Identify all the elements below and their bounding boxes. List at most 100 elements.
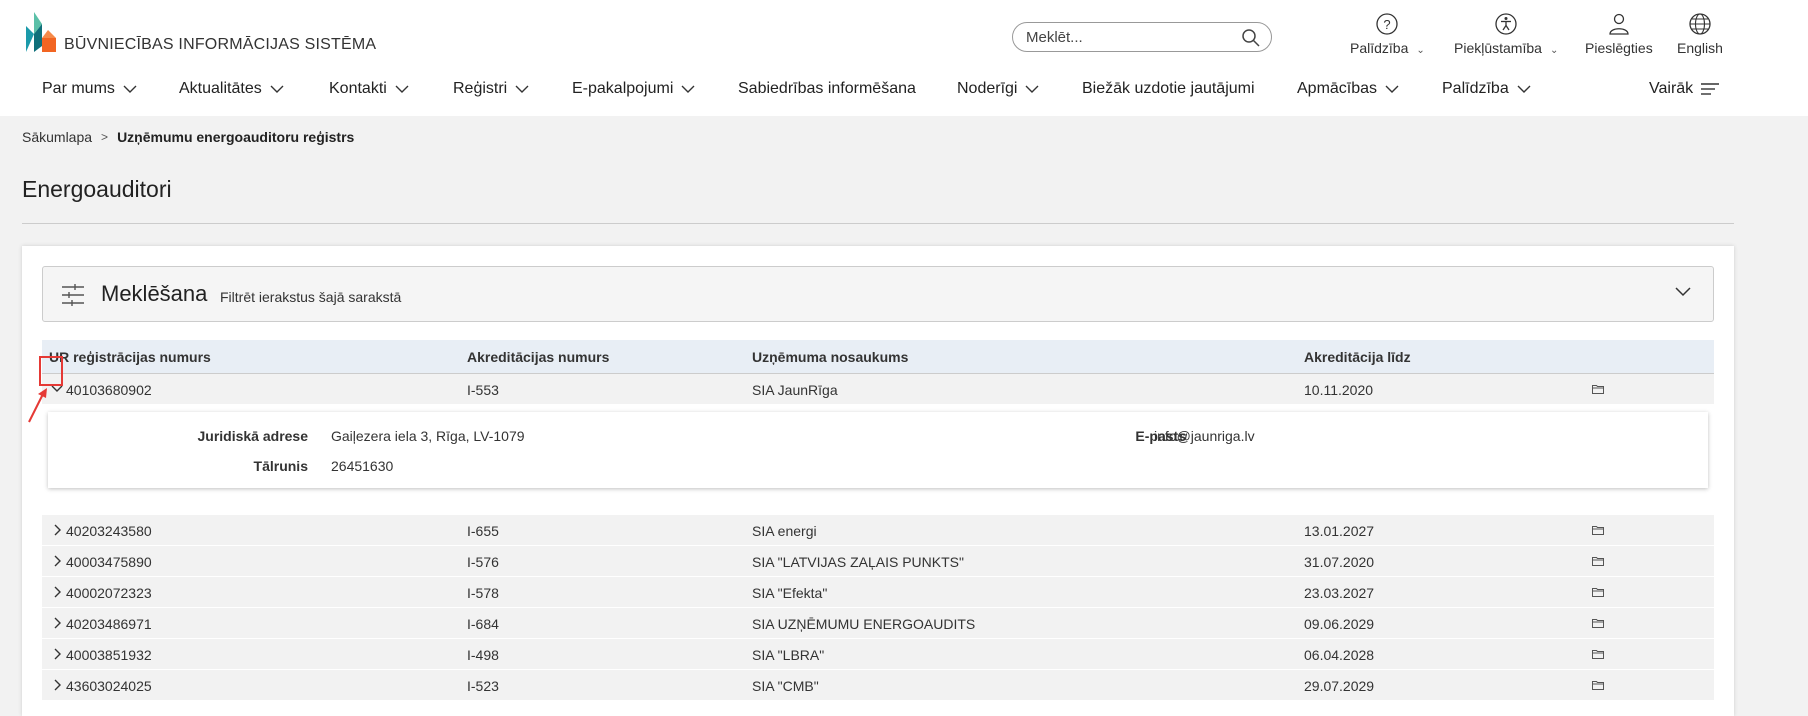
email-value[interactable]: info@jaunriga.lv [1154, 428, 1255, 444]
breadcrumb-home[interactable]: Sākumlapa [22, 129, 92, 145]
chevron-right-icon[interactable] [50, 678, 64, 692]
cell-company: SIA "LBRA" [752, 647, 825, 663]
column-header-company[interactable]: Uzņēmuma nosaukums [752, 349, 908, 365]
cell-accreditation: I-655 [467, 523, 499, 539]
cell-company: SIA UZŅĒMUMU ENERGOAUDITS [752, 616, 976, 632]
table-row[interactable]: 40203243580 I-655 SIA energi 13.01.2027 [42, 515, 1714, 546]
cell-company: SIA JaunRīga [752, 382, 838, 398]
chevron-down-icon [1025, 85, 1039, 93]
chevron-right-icon[interactable] [50, 585, 64, 599]
column-header-valid-until[interactable]: Akreditācija līdz [1304, 349, 1411, 365]
chevron-down-icon [681, 85, 695, 93]
chevron-down-icon[interactable] [1675, 287, 1691, 297]
nav-item-faq[interactable]: Biežāk uzdotie jautājumi [1082, 80, 1255, 98]
chevron-right-icon[interactable] [50, 616, 64, 630]
chevron-down-icon [395, 85, 409, 93]
language-link[interactable]: English [1677, 12, 1723, 56]
nav-item-useful[interactable]: Noderīgi [957, 80, 1039, 98]
breadcrumb-current: Uzņēmumu energoauditoru reģistrs [117, 129, 355, 145]
table-row[interactable]: 43603024025 I-523 SIA "CMB" 29.07.2029 [42, 670, 1714, 701]
folder-icon[interactable] [1592, 618, 1604, 628]
logo-text[interactable]: BŪVNIECĪBAS INFORMĀCIJAS SISTĒMA [64, 36, 376, 54]
annotation-arrow [28, 388, 47, 423]
logo-icon[interactable] [26, 12, 60, 54]
login-link[interactable]: Pieslēgties [1585, 12, 1653, 56]
nav-item-registers[interactable]: Reģistri [453, 80, 529, 98]
cell-reg: 40003475890 [66, 554, 152, 570]
cell-valid-until: 23.03.2027 [1304, 585, 1375, 601]
help-menu[interactable]: ? Palīdzība ⌄ [1350, 12, 1425, 56]
chevron-down-icon [270, 85, 284, 93]
address-label: Juridiskā adrese [197, 428, 308, 444]
table-row[interactable]: 40203486971 I-684 SIA UZŅĒMUMU ENERGOAUD… [42, 608, 1714, 639]
filter-subtitle: Filtrēt ierakstus šajā sarakstā [220, 289, 402, 305]
nav-item-about[interactable]: Par mums [42, 80, 137, 98]
highlight-box [39, 356, 63, 386]
nav-item-news[interactable]: Aktualitātes [179, 80, 284, 98]
chevron-right-icon[interactable] [50, 554, 64, 568]
accessibility-label: Piekļūstamība [1454, 40, 1542, 56]
main-nav: Par mums Aktualitātes Kontakti Reģistri … [0, 80, 1808, 104]
column-header-accreditation[interactable]: Akreditācijas numurs [467, 349, 609, 365]
user-icon [1609, 13, 1629, 35]
cell-valid-until: 10.11.2020 [1304, 382, 1374, 398]
chevron-down-icon [515, 85, 529, 93]
phone-label: Tālrunis [253, 458, 308, 474]
breadcrumb: Sākumlapa > Uzņēmumu energoauditoru reģi… [22, 129, 354, 145]
folder-icon[interactable] [1592, 525, 1604, 535]
chevron-right-icon[interactable] [50, 523, 64, 537]
cell-reg: 40203486971 [66, 616, 152, 632]
cell-accreditation: I-523 [467, 678, 499, 694]
login-label: Pieslēgties [1585, 40, 1653, 56]
table-row[interactable]: 40002072323 I-578 SIA "Efekta" 23.03.202… [42, 577, 1714, 608]
table-row-expanded[interactable]: 40103680902 I-553 SIA JaunRīga 10.11.202… [42, 374, 1714, 405]
page-title: Energoauditori [22, 176, 172, 202]
cell-accreditation: I-578 [467, 585, 499, 601]
site-header: BŪVNIECĪBAS INFORMĀCIJAS SISTĒMA ? Palīd… [0, 0, 1808, 116]
folder-icon[interactable] [1592, 556, 1604, 566]
table-row[interactable]: 40003851932 I-498 SIA "LBRA" 06.04.2028 [42, 639, 1714, 670]
search-box[interactable] [1012, 22, 1272, 52]
cell-reg: 43603024025 [66, 678, 152, 694]
results-card: Meklēšana Filtrēt ierakstus šajā sarakst… [22, 246, 1734, 716]
cell-accreditation: I-576 [467, 554, 499, 570]
column-header-reg[interactable]: UR reģistrācijas numurs [49, 349, 211, 365]
nav-more-button[interactable]: Vairāk [1649, 80, 1720, 98]
cell-reg: 40203243580 [66, 523, 152, 539]
filter-title: Meklēšana [101, 281, 208, 306]
cell-accreditation: I-498 [467, 647, 499, 663]
nav-item-contacts[interactable]: Kontakti [329, 80, 409, 98]
cell-company: SIA "Efekta" [752, 585, 828, 601]
cell-valid-until: 31.07.2020 [1304, 554, 1375, 570]
nav-item-public-info[interactable]: Sabiedrības informēšana [738, 80, 916, 98]
folder-icon[interactable] [1592, 649, 1604, 659]
menu-lines-icon [1701, 83, 1720, 95]
help-label: Palīdzība [1350, 40, 1409, 56]
folder-icon[interactable] [1592, 587, 1604, 597]
cell-valid-until: 29.07.2029 [1304, 678, 1375, 694]
search-icon[interactable] [1241, 28, 1261, 48]
chevron-down-icon [1385, 85, 1399, 93]
cell-reg: 40002072323 [66, 585, 152, 601]
cell-reg: 40103680902 [66, 382, 152, 398]
table-row[interactable]: 40003475890 I-576 SIA "LATVIJAS ZAĻAIS P… [42, 546, 1714, 577]
divider [22, 223, 1734, 224]
cell-reg: 40003851932 [66, 647, 152, 663]
language-label: English [1677, 40, 1723, 56]
phone-value: 26451630 [331, 458, 394, 474]
cell-company: SIA energi [752, 523, 817, 539]
cell-valid-until: 13.01.2027 [1304, 523, 1375, 539]
accessibility-menu[interactable]: Piekļūstamība ⌄ [1454, 12, 1558, 56]
table-header: UR reģistrācijas numurs Akreditācijas nu… [42, 340, 1714, 374]
chevron-right-icon[interactable] [50, 647, 64, 661]
cell-valid-until: 06.04.2028 [1304, 647, 1375, 663]
nav-item-help[interactable]: Palīdzība [1442, 80, 1531, 98]
nav-item-e-services[interactable]: E-pakalpojumi [572, 80, 695, 98]
email-label: E-pasts [1135, 428, 1186, 444]
chevron-down-icon: ⌄ [1416, 45, 1425, 56]
folder-icon[interactable] [1592, 384, 1604, 394]
filter-panel[interactable]: Meklēšana Filtrēt ierakstus šajā sarakst… [42, 266, 1714, 322]
folder-icon[interactable] [1592, 680, 1604, 690]
search-input[interactable] [1024, 28, 1238, 47]
nav-item-training[interactable]: Apmācības [1297, 80, 1399, 98]
